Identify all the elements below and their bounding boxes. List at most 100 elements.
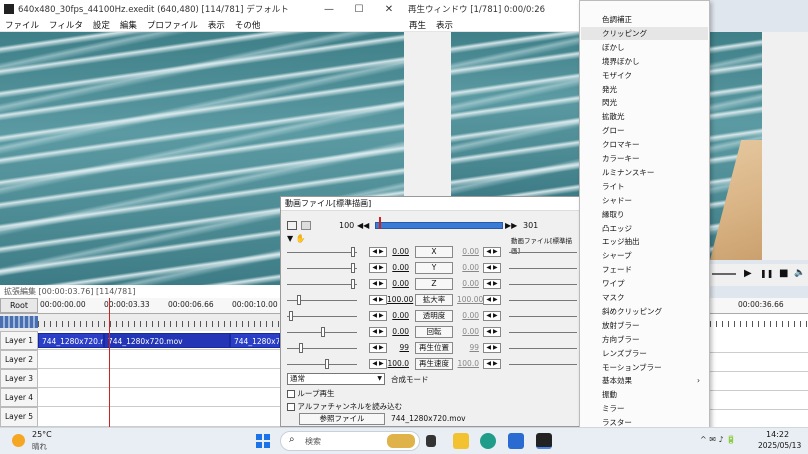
menu-view[interactable]: 表示	[203, 19, 230, 31]
menu-item-19[interactable]: ワイプ	[581, 277, 708, 290]
slider-playpos[interactable]	[287, 348, 357, 349]
minimize-button[interactable]: —	[314, 4, 344, 15]
slider-z[interactable]	[287, 284, 357, 285]
alpha-checkbox-row[interactable]: アルファチャンネルを読み込む	[287, 401, 402, 412]
opacity-end-value[interactable]: 0.00	[457, 311, 479, 320]
slider-zoom-knob[interactable]	[297, 295, 301, 305]
windows-start-icon[interactable]	[256, 434, 270, 448]
menu-item-17[interactable]: シャープ	[581, 249, 708, 262]
menu-item-0[interactable]: 色調補正	[581, 13, 708, 26]
r-arrows-4[interactable]: ◀ ▶	[483, 295, 501, 305]
zoom-end-value[interactable]: 100.00	[457, 295, 483, 304]
menu-profile[interactable]: プロファイル	[142, 19, 203, 31]
file-explorer-icon[interactable]	[453, 433, 469, 449]
speed-arrows[interactable]: ◀ ▶	[369, 359, 387, 369]
speed-button[interactable]: 再生速度	[415, 358, 453, 370]
loop-checkbox-row[interactable]: ループ再生	[287, 388, 334, 399]
edge-icon[interactable]	[480, 433, 496, 449]
menu-item-18[interactable]: フェード	[581, 263, 708, 276]
pause-button[interactable]: ❚❚	[760, 269, 773, 278]
menu-item-27[interactable]: 振動	[581, 388, 708, 401]
slider-y[interactable]	[287, 268, 357, 269]
slider-speed[interactable]	[287, 364, 357, 365]
y-value[interactable]: 0.00	[387, 263, 409, 272]
z-value[interactable]: 0.00	[387, 279, 409, 288]
r-slider-5[interactable]	[509, 316, 577, 317]
slider-opacity-knob[interactable]	[289, 311, 293, 321]
menu-item-8[interactable]: グロー	[581, 124, 708, 137]
menu-item-12[interactable]: ライト	[581, 180, 708, 193]
r-arrows-2[interactable]: ◀ ▶	[483, 263, 501, 273]
y-end-value[interactable]: 0.00	[457, 263, 479, 272]
r-arrows-1[interactable]: ◀ ▶	[483, 247, 501, 257]
prev-frame-button[interactable]: ◀◀	[357, 221, 369, 230]
menu-item-9[interactable]: クロマキー	[581, 138, 708, 151]
slider-speed-knob[interactable]	[325, 359, 329, 369]
opacity-arrows[interactable]: ◀ ▶	[369, 311, 387, 321]
menu-item-2[interactable]: ぼかし	[581, 41, 708, 54]
r-arrows-6[interactable]: ◀ ▶	[483, 327, 501, 337]
stop-button[interactable]: ■	[779, 268, 788, 279]
clip-3[interactable]: 744_1280x720.mov	[230, 333, 280, 348]
r-slider-2[interactable]	[509, 268, 577, 269]
weather-desc[interactable]: 晴れ	[32, 441, 47, 452]
clock-date[interactable]: 2025/05/13	[758, 441, 801, 450]
blend-mode-select[interactable]: 通常 ▼	[287, 373, 385, 385]
alpha-checkbox[interactable]	[287, 403, 295, 411]
main-titlebar[interactable]: 640x480_30fps_44100Hz.exedit (640,480) […	[0, 0, 404, 18]
menu-item-10[interactable]: カラーキー	[581, 152, 708, 165]
close-button[interactable]: ✕	[374, 4, 404, 15]
playpos-arrows[interactable]: ◀ ▶	[369, 343, 387, 353]
volume-icon[interactable]: 🔈	[794, 268, 805, 278]
seek-bar[interactable]	[712, 273, 736, 275]
menu-playback-view[interactable]: 表示	[431, 19, 458, 31]
frame-range-bar[interactable]	[375, 221, 503, 229]
slider-z-knob[interactable]	[351, 279, 355, 289]
menu-item-22[interactable]: 放射ブラー	[581, 319, 708, 332]
playback-titlebar[interactable]: 再生ウィンドウ [1/781] 0:00/0:26	[404, 0, 580, 18]
menu-file[interactable]: ファイル	[0, 19, 44, 31]
menu-item-11[interactable]: ルミナンスキー	[581, 166, 708, 179]
slider-opacity[interactable]	[287, 316, 357, 317]
playpos-button[interactable]: 再生位置	[415, 342, 453, 354]
menu-item-13[interactable]: シャドー	[581, 194, 708, 207]
menu-item-1[interactable]: クリッピング	[581, 26, 708, 40]
layer-label-4[interactable]: Layer 4	[0, 388, 38, 407]
playpos-end-value[interactable]: 99	[457, 343, 479, 352]
menu-item-21[interactable]: 斜めクリッピング	[581, 305, 708, 318]
slider-x[interactable]	[287, 252, 357, 253]
playhead-line[interactable]	[109, 298, 110, 427]
tray-icons[interactable]: ^ ✉ ♪ 🔋	[700, 435, 736, 444]
sun-icon[interactable]	[12, 434, 25, 447]
menu-other[interactable]: その他	[230, 19, 266, 31]
dialog-title[interactable]: 動画ファイル[標準描画]	[281, 197, 579, 211]
r-slider-3[interactable]	[509, 284, 577, 285]
menu-edit[interactable]: 編集	[115, 19, 142, 31]
store-icon[interactable]	[508, 433, 524, 449]
r-arrows-5[interactable]: ◀ ▶	[483, 311, 501, 321]
loop-checkbox[interactable]	[287, 390, 295, 398]
speed-value[interactable]: 100.0	[387, 359, 409, 368]
menu-item-15[interactable]: 凸エッジ	[581, 222, 708, 235]
zoom-button[interactable]: 拡大率	[415, 294, 453, 306]
r-arrows-8[interactable]: ◀ ▶	[483, 359, 501, 369]
menu-item-4[interactable]: モザイク	[581, 69, 708, 82]
x-button[interactable]: X	[415, 246, 453, 258]
clip-2[interactable]: 744_1280x720.mov	[104, 333, 230, 348]
z-arrows[interactable]: ◀ ▶	[369, 279, 387, 289]
aviutl-icon[interactable]	[536, 433, 552, 449]
r-slider-7[interactable]	[509, 348, 577, 349]
menu-item-25[interactable]: モーションブラー	[581, 361, 708, 374]
layer-label-5[interactable]: Layer 5	[0, 407, 38, 427]
menu-item-7[interactable]: 拡散光	[581, 110, 708, 123]
y-button[interactable]: Y	[415, 262, 453, 274]
rotation-button[interactable]: 回転	[415, 326, 453, 338]
menu-item-23[interactable]: 方向ブラー	[581, 333, 708, 346]
r-slider-4[interactable]	[509, 300, 577, 301]
task-view-icon[interactable]	[426, 435, 436, 447]
slider-y-knob[interactable]	[351, 263, 355, 273]
menu-play[interactable]: 再生	[404, 19, 431, 31]
weather-temp[interactable]: 25°C	[32, 430, 52, 439]
maximize-button[interactable]: ☐	[344, 4, 374, 15]
x-value[interactable]: 0.00	[387, 247, 409, 256]
